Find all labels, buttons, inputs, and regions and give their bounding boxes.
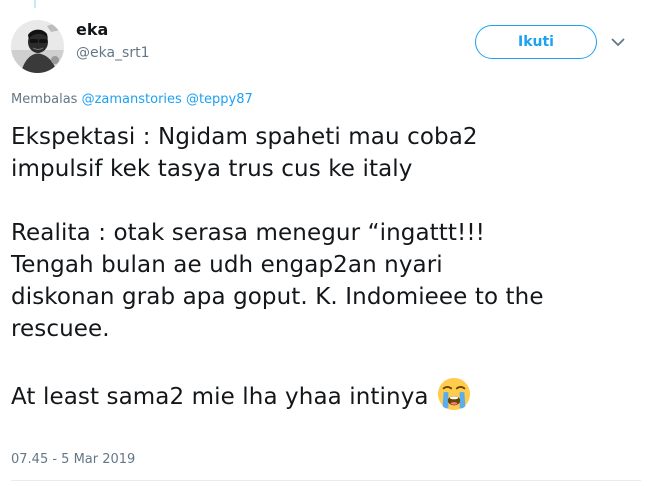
tweet-line: impulsif kek tasya trus cus ke italy <box>11 156 413 182</box>
tweet-line: At least sama2 mie lha yhaa intinya <box>11 384 429 410</box>
tweet-last-line: At least sama2 mie lha yhaa intinya <box>11 377 641 413</box>
follow-button[interactable]: Ikuti <box>475 25 597 59</box>
avatar-image <box>11 20 64 73</box>
loudly-crying-face-icon <box>437 377 471 411</box>
tweet-line: rescuee. <box>11 316 110 342</box>
avatar[interactable] <box>11 20 64 73</box>
mention-link[interactable]: @teppy87 <box>186 92 253 107</box>
chevron-down-icon[interactable] <box>609 33 627 51</box>
reply-context: Membalas @zamanstories @teppy87 <box>11 91 253 109</box>
reply-prefix: Membalas <box>11 92 78 107</box>
author-handle[interactable]: @eka_srt1 <box>76 44 150 62</box>
tweet-line: Realita : otak serasa menegur “ingattt!!… <box>11 220 485 246</box>
author-names[interactable]: eka @eka_srt1 <box>76 20 150 62</box>
tweet-line: Tengah bulan ae udh engap2an nyari <box>11 252 443 278</box>
tweet-line: Ekspektasi : Ngidam spaheti mau coba2 <box>11 124 478 150</box>
divider <box>11 480 641 481</box>
author-display-name[interactable]: eka <box>76 20 150 40</box>
tweet-line: diskonan grab apa goput. K. Indomieee to… <box>11 284 544 310</box>
tweet-header: eka @eka_srt1 Ikuti <box>11 14 641 73</box>
mention-link[interactable]: @zamanstories <box>82 92 182 107</box>
tweet-timestamp[interactable]: 07.45 - 5 Mar 2019 <box>11 451 135 469</box>
thread-connector-line <box>34 0 36 8</box>
tweet-text: Ekspektasi : Ngidam spaheti mau coba2 im… <box>11 121 641 413</box>
